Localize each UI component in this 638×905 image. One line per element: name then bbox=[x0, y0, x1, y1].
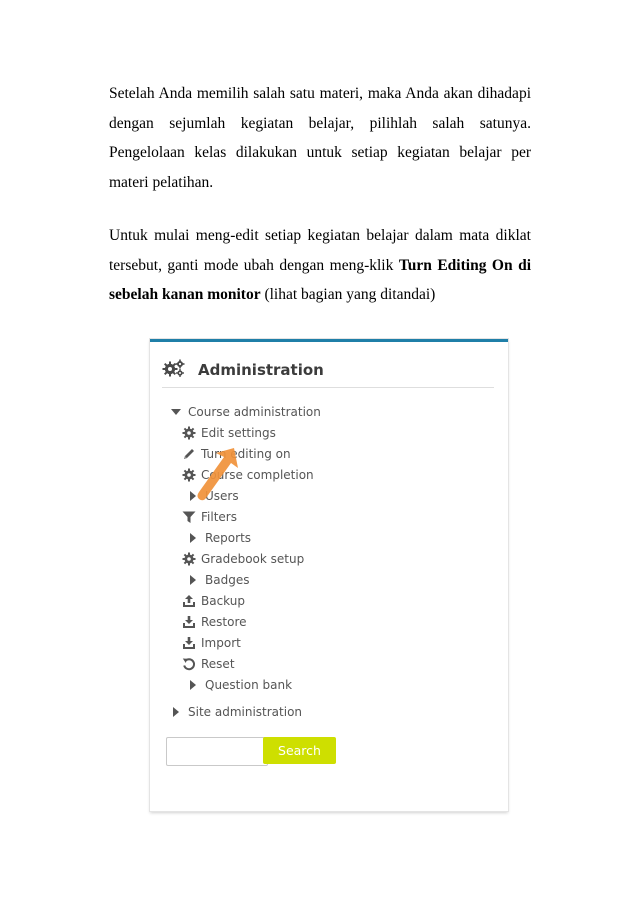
tree-item-restore[interactable]: Restore bbox=[181, 613, 247, 631]
caret-right-icon bbox=[168, 704, 184, 720]
tree-item-label: Import bbox=[201, 636, 241, 650]
search-input[interactable] bbox=[166, 737, 268, 766]
tree-item-edit-settings[interactable]: Edit settings bbox=[181, 424, 276, 442]
reset-icon bbox=[181, 656, 197, 672]
tree-item-question-bank[interactable]: Question bank bbox=[185, 676, 292, 694]
filter-icon bbox=[181, 509, 197, 525]
tree-item-site-administration[interactable]: Site administration bbox=[168, 703, 302, 721]
download-icon bbox=[181, 635, 197, 651]
administration-title: Administration bbox=[198, 361, 324, 379]
caret-right-icon bbox=[185, 530, 201, 546]
tree-item-filters[interactable]: Filters bbox=[181, 508, 237, 526]
administration-screenshot: Administration Course administration Edi… bbox=[150, 339, 508, 811]
caret-down-icon bbox=[168, 404, 184, 420]
highlight-arrow bbox=[197, 448, 238, 501]
instruction-text-end: (lihat bagian yang ditandai) bbox=[260, 286, 436, 303]
tree-item-label: Course administration bbox=[188, 405, 321, 419]
intro-paragraph: Setelah Anda memilih salah satu materi, … bbox=[109, 85, 531, 191]
search-button[interactable]: Search bbox=[263, 737, 336, 764]
tree-item-reset[interactable]: Reset bbox=[181, 655, 235, 673]
tree-item-label: Filters bbox=[201, 510, 237, 524]
gear-icon bbox=[181, 551, 197, 567]
tree-item-badges[interactable]: Badges bbox=[185, 571, 249, 589]
tree-item-label: Reports bbox=[205, 531, 252, 545]
tree-item-label: Reset bbox=[201, 657, 235, 671]
tree-item-label: Site administration bbox=[188, 705, 303, 719]
tree-item-backup[interactable]: Backup bbox=[181, 592, 245, 610]
tree-item-label: Restore bbox=[201, 615, 247, 629]
gear-icon bbox=[181, 425, 197, 441]
tree-item-label: Gradebook setup bbox=[201, 552, 305, 566]
caret-right-icon bbox=[185, 572, 201, 588]
tree-item-label: Edit settings bbox=[201, 426, 276, 440]
tree-item-import[interactable]: Import bbox=[181, 634, 241, 652]
tree-item-gradebook-setup[interactable]: Gradebook setup bbox=[181, 550, 304, 568]
caret-right-icon bbox=[185, 677, 201, 693]
tree-item-reports[interactable]: Reports bbox=[185, 529, 251, 547]
tree-item-label: Backup bbox=[201, 594, 245, 608]
header-divider bbox=[162, 387, 494, 388]
tree-item-course-administration[interactable]: Course administration bbox=[168, 403, 321, 421]
instruction-paragraph: Untuk mulai meng-edit setiap kegiatan be… bbox=[109, 221, 531, 310]
tree-item-label: Question bank bbox=[205, 678, 293, 692]
gears-icon bbox=[162, 358, 186, 382]
tree-item-label: Badges bbox=[205, 573, 250, 587]
download-icon bbox=[181, 614, 197, 630]
administration-header: Administration bbox=[162, 356, 324, 384]
upload-icon bbox=[181, 593, 197, 609]
